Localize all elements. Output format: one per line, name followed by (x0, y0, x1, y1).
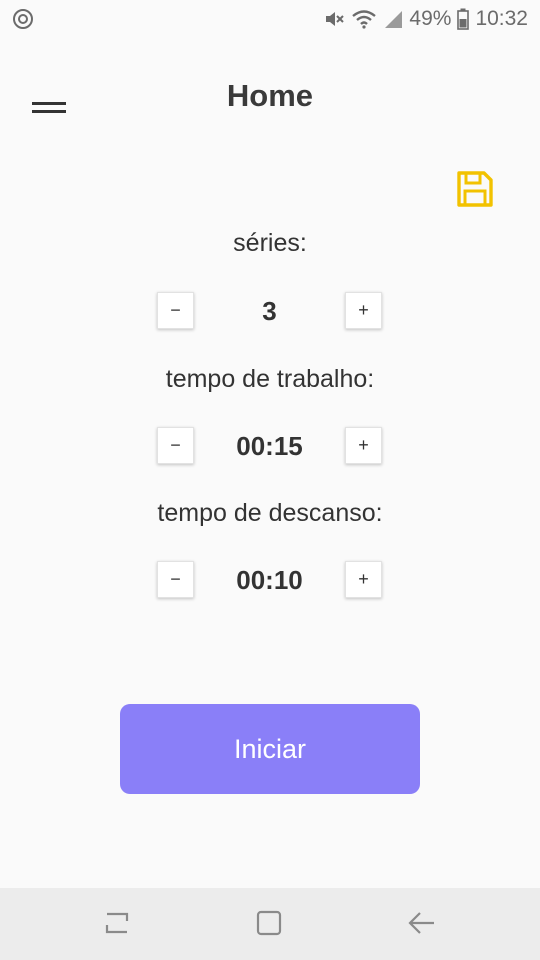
rest-time-stepper: − 00:10 + (157, 561, 385, 601)
rest-time-label: tempo de descanso: (157, 499, 383, 527)
signal-icon (383, 9, 403, 29)
system-nav-bar (0, 888, 540, 960)
home-icon[interactable] (252, 906, 292, 942)
start-button[interactable]: Iniciar (120, 704, 420, 794)
app-screen: 49% 10:32 Home séries: − 3 + tempo de tr… (0, 0, 540, 960)
work-time-decrement-button[interactable]: − (157, 427, 194, 464)
sync-icon (12, 8, 34, 30)
battery-icon (457, 8, 470, 30)
save-icon[interactable] (456, 170, 500, 214)
page-title: Home (226, 78, 314, 113)
wifi-icon (351, 8, 377, 30)
status-time: 10:32 (475, 7, 528, 30)
series-decrement-button[interactable]: − (157, 292, 194, 329)
status-bar: 49% 10:32 (0, 0, 540, 38)
back-icon[interactable] (404, 906, 444, 942)
mute-icon (323, 8, 345, 30)
app-header: Home (0, 58, 540, 138)
rest-time-value: 00:10 (236, 565, 303, 595)
rest-time-decrement-button[interactable]: − (157, 561, 194, 598)
series-stepper: − 3 + (157, 292, 385, 332)
rest-time-increment-button[interactable]: + (345, 561, 382, 598)
work-time-stepper: − 00:15 + (157, 427, 385, 467)
series-label: séries: (233, 229, 307, 257)
work-time-label: tempo de trabalho: (165, 365, 375, 393)
series-increment-button[interactable]: + (345, 292, 382, 329)
series-value: 3 (262, 296, 277, 326)
work-time-increment-button[interactable]: + (345, 427, 382, 464)
battery-percent: 49% (409, 7, 452, 30)
status-icons: 49% 10:32 (323, 7, 528, 31)
recent-apps-icon[interactable] (100, 906, 140, 942)
work-time-value: 00:15 (236, 431, 303, 461)
